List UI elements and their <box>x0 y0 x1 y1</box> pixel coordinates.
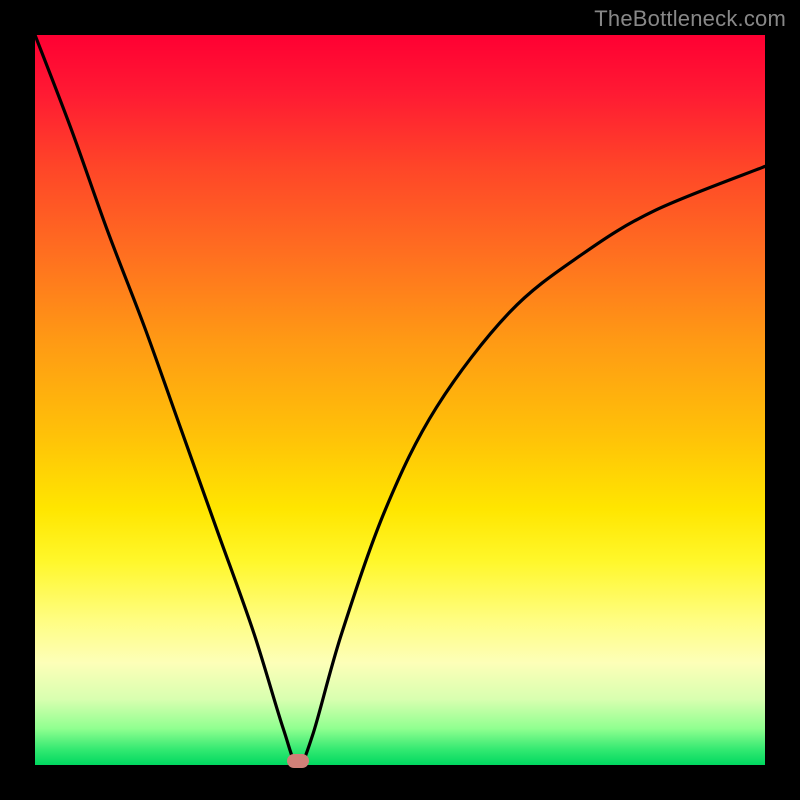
chart-frame <box>35 35 765 765</box>
watermark-text: TheBottleneck.com <box>594 6 786 32</box>
optimum-marker <box>287 754 309 768</box>
bottleneck-curve-svg <box>35 35 765 765</box>
bottleneck-curve-path <box>35 35 765 765</box>
